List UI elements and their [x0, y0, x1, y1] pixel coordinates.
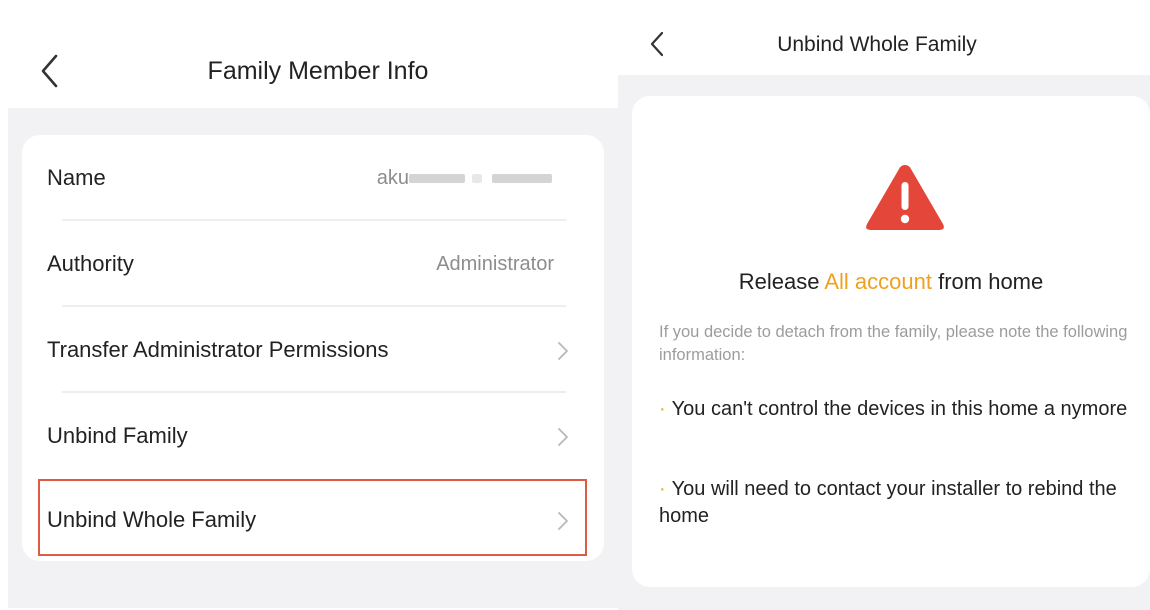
name-value: aku — [376, 167, 409, 189]
transfer-admin-permissions-row[interactable]: Transfer Administrator Permissions — [22, 307, 604, 393]
bullet-item: · You can't control the devices in this h… — [659, 396, 1139, 423]
release-highlight: All account — [824, 269, 932, 294]
name-label: Name — [47, 165, 106, 190]
unbind-whole-family-screen: Unbind Whole Family Release All account … — [618, 0, 1150, 610]
unbind-family-label: Unbind Family — [47, 423, 188, 448]
bullet-item: · You will need to contact your installer… — [659, 476, 1139, 530]
bullet-dot: · — [659, 478, 666, 500]
chevron-right-icon — [558, 428, 568, 446]
authority-value: Administrator — [436, 253, 554, 275]
bullet-dot: · — [659, 398, 666, 420]
release-prefix: Release — [738, 269, 825, 294]
chevron-right-icon — [558, 342, 568, 360]
detach-note: If you decide to detach from the family,… — [659, 323, 1128, 364]
page-title: Family Member Info — [207, 57, 429, 85]
right-header: Unbind Whole Family — [618, 0, 1150, 75]
name-row: Name aku — [22, 135, 604, 221]
page-title: Unbind Whole Family — [777, 33, 977, 56]
unbind-family-row[interactable]: Unbind Family — [22, 393, 604, 479]
bullet-text: You will need to contact your installer … — [659, 478, 1117, 527]
authority-row: Authority Administrator — [22, 221, 604, 307]
release-heading: Release All account from home — [632, 269, 1150, 295]
name-value-mask — [409, 174, 465, 183]
authority-label: Authority — [47, 251, 134, 276]
warning-triangle-icon — [866, 165, 944, 230]
name-value-mask — [472, 174, 482, 183]
transfer-admin-permissions-label: Transfer Administrator Permissions — [47, 337, 389, 362]
release-suffix: from home — [931, 269, 1044, 294]
bullet-text: You can't control the devices in this ho… — [671, 398, 1128, 420]
highlight-box — [38, 479, 587, 556]
unbind-info-card: Release All account from home If you dec… — [632, 96, 1150, 587]
left-header: Family Member Info — [0, 0, 618, 108]
name-value-mask — [492, 174, 552, 183]
family-member-info-screen: Family Member Info Name aku Authority Ad… — [0, 0, 618, 610]
